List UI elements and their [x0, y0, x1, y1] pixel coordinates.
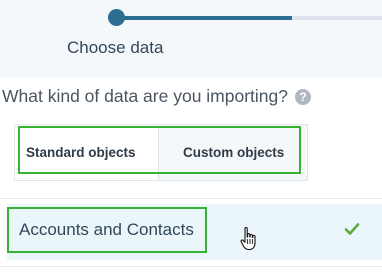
question-text: What kind of data are you importing? [2, 86, 288, 106]
hand-pointer-cursor-icon [240, 227, 256, 251]
tab-standard-objects[interactable]: Standard objects [15, 125, 159, 180]
step-label-choose-data: Choose data [67, 38, 164, 57]
wizard-progress-header: Choose data [0, 0, 382, 77]
progress-fill [116, 16, 292, 20]
checkmark-icon [344, 223, 360, 235]
option-label: Accounts and Contacts [19, 220, 194, 239]
tab-custom-objects[interactable]: Custom objects [158, 125, 307, 180]
import-wizard: Choose data What kind of data are you im… [0, 0, 382, 278]
help-icon[interactable]: ? [295, 88, 311, 105]
current-step-indicator[interactable] [108, 9, 125, 26]
divider [0, 198, 382, 199]
data-type-question: What kind of data are you importing? ? [2, 86, 311, 107]
progress-track [116, 16, 382, 20]
option-row-accounts-contacts[interactable]: Accounts and Contacts [7, 204, 382, 260]
divider [0, 266, 382, 267]
object-type-tabs: Standard objects Custom objects [14, 124, 308, 181]
